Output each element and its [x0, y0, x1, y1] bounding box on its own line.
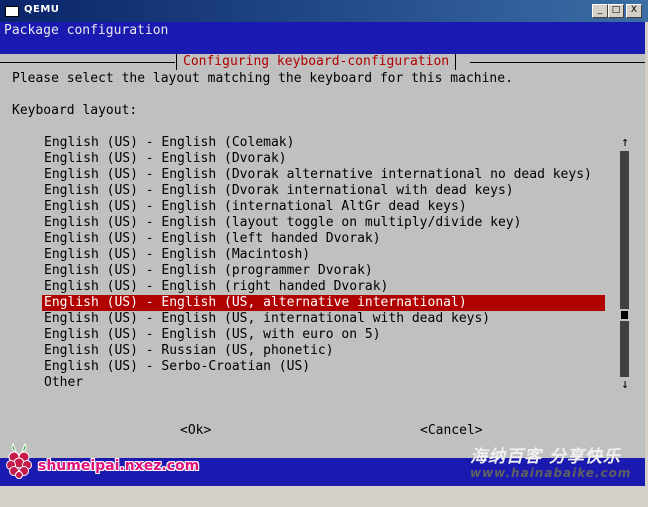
- scroll-thumb[interactable]: [621, 311, 628, 319]
- list-scrollbar[interactable]: ↑ ↓: [619, 135, 631, 393]
- list-item[interactable]: English (US) - English (layout toggle on…: [42, 215, 605, 231]
- list-item[interactable]: English (US) - English (US, with euro on…: [42, 327, 605, 343]
- list-item[interactable]: English (US) - English (Dvorak internati…: [42, 183, 605, 199]
- list-item-selected[interactable]: English (US) - English (US, alternative …: [42, 295, 605, 311]
- cancel-button[interactable]: <Cancel>: [420, 423, 483, 439]
- list-item[interactable]: English (US) - Serbo-Croatian (US): [42, 359, 605, 375]
- list-item[interactable]: English (US) - English (Dvorak alternati…: [42, 167, 605, 183]
- guest-screen[interactable]: Package configuration Configuring keyboa…: [0, 22, 645, 507]
- qemu-window: QEMU _ □ X Package configuration Configu…: [0, 0, 648, 507]
- watermark-site-text: shumeipai.nxez.com: [38, 458, 200, 474]
- minimize-button[interactable]: _: [592, 4, 608, 18]
- package-configuration-title: Package configuration: [4, 23, 169, 38]
- dialog-border-right: [470, 62, 645, 63]
- scroll-track-lower[interactable]: [620, 321, 629, 377]
- list-item[interactable]: English (US) - English (Dvorak): [42, 151, 605, 167]
- keyboard-layout-label: Keyboard layout:: [12, 103, 138, 118]
- list-item[interactable]: English (US) - Russian (US, phonetic): [42, 343, 605, 359]
- dialog-title-bar: Configuring keyboard-configuration: [0, 54, 645, 70]
- close-button[interactable]: X: [626, 4, 642, 18]
- list-item[interactable]: English (US) - English (US, internationa…: [42, 311, 605, 327]
- list-item[interactable]: English (US) - English (Colemak): [42, 135, 605, 151]
- qemu-app-icon: [5, 6, 19, 17]
- window-title: QEMU: [24, 4, 60, 15]
- keyboard-layout-list[interactable]: English (US) - English (Colemak) English…: [42, 135, 605, 391]
- list-item[interactable]: English (US) - English (left handed Dvor…: [42, 231, 605, 247]
- backtitle-area: Package configuration: [0, 22, 645, 54]
- dialog-border-left: [0, 62, 175, 63]
- list-item[interactable]: Other: [42, 375, 605, 391]
- maximize-button[interactable]: □: [608, 4, 624, 18]
- scroll-down-arrow-icon[interactable]: ↓: [619, 377, 631, 393]
- window-titlebar[interactable]: QEMU _ □ X: [0, 0, 648, 22]
- ok-button[interactable]: <Ok>: [180, 423, 211, 439]
- dialog-title: Configuring keyboard-configuration: [176, 54, 457, 70]
- scroll-up-arrow-icon[interactable]: ↑: [619, 135, 631, 151]
- watermark-right-url: www.hainabaike.com: [470, 466, 632, 480]
- dialog-prompt: Please select the layout matching the ke…: [12, 71, 513, 86]
- scroll-track-upper[interactable]: [620, 151, 629, 309]
- bottom-strip: [0, 486, 645, 507]
- watermark-right-chinese: 海纳百客 分享快乐: [470, 447, 621, 467]
- list-item[interactable]: English (US) - English (international Al…: [42, 199, 605, 215]
- raspberry-logo-icon: [6, 442, 32, 479]
- list-item[interactable]: English (US) - English (Macintosh): [42, 247, 605, 263]
- list-item[interactable]: English (US) - English (right handed Dvo…: [42, 279, 605, 295]
- list-item[interactable]: English (US) - English (programmer Dvora…: [42, 263, 605, 279]
